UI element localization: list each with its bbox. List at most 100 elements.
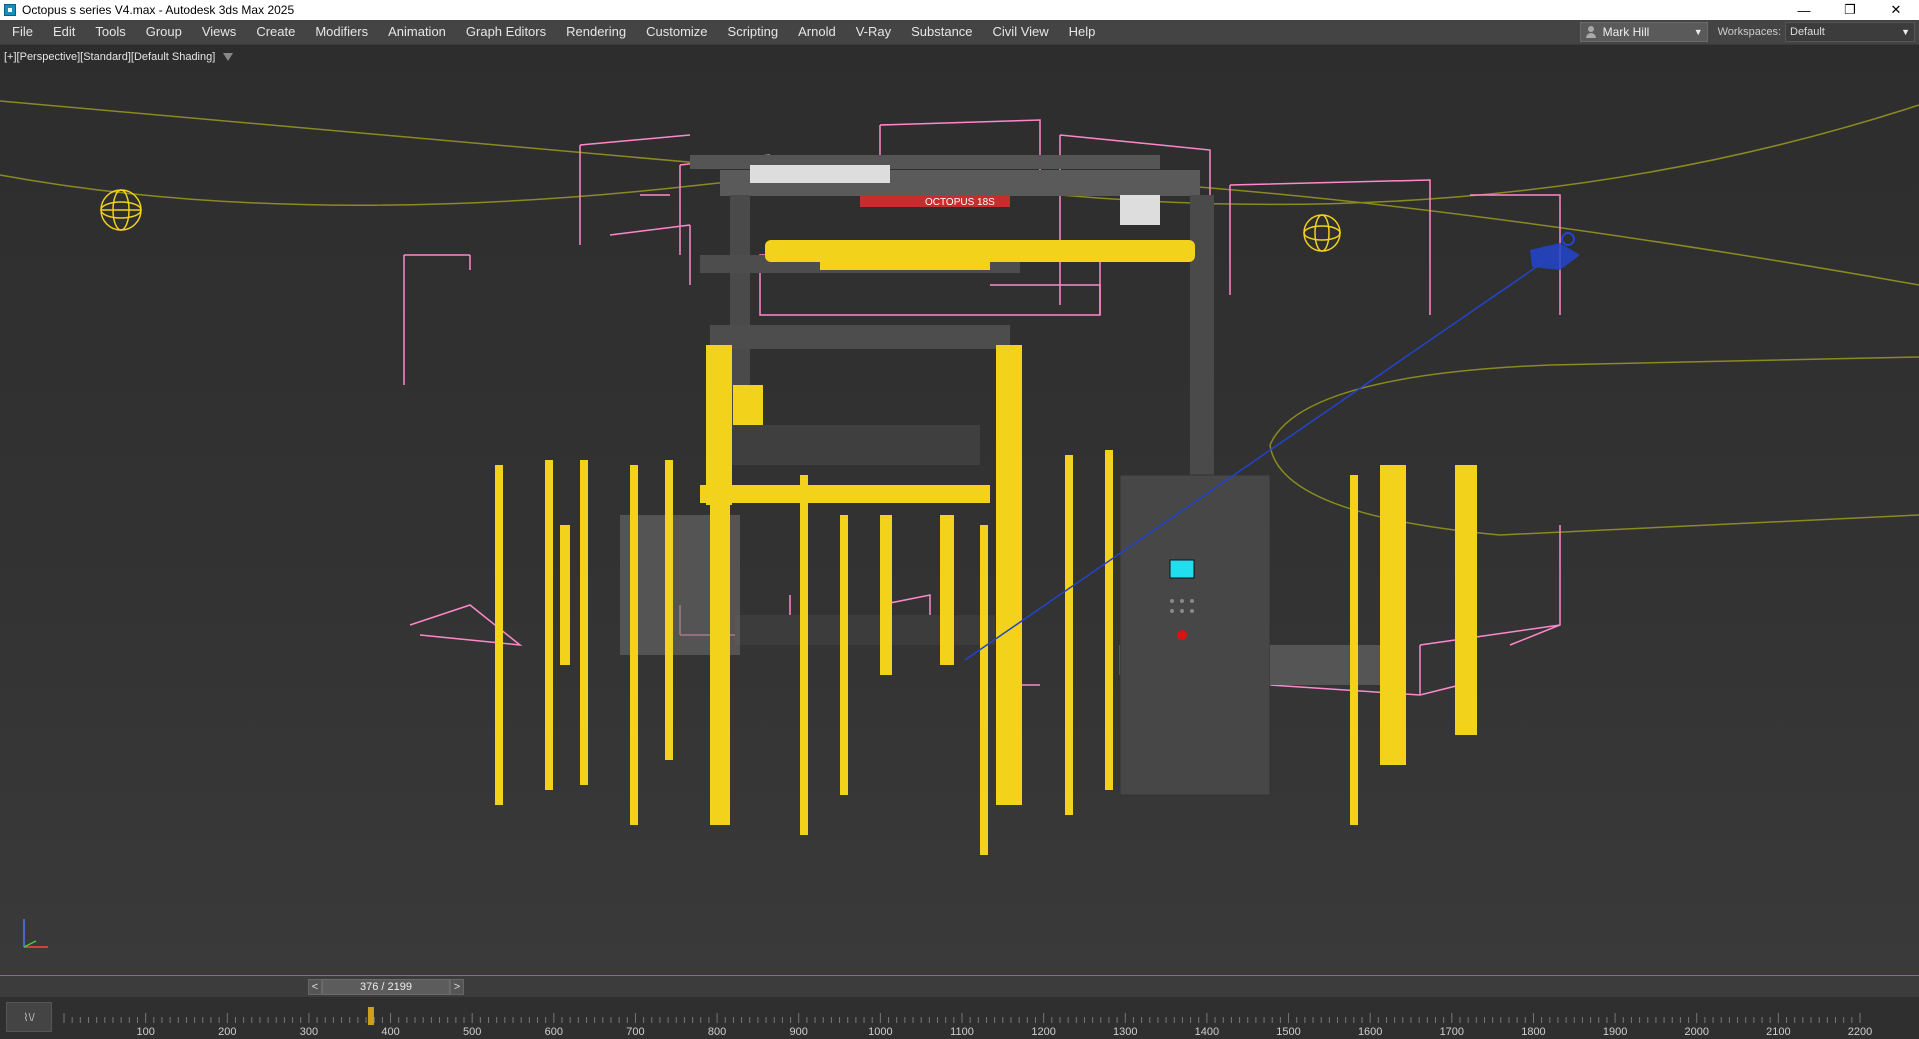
- trackbar-tick-label: 500: [463, 1026, 481, 1037]
- trackbar-tick-label: 1100: [950, 1026, 974, 1037]
- trackbar-tick-label: 1400: [1195, 1026, 1219, 1037]
- carriage-block: [710, 425, 980, 465]
- menu-customize[interactable]: Customize: [636, 20, 717, 44]
- trackbar-tick-label: 1600: [1358, 1026, 1382, 1037]
- conveyor-base: [735, 615, 995, 645]
- trackbar-tick-label: 600: [545, 1026, 563, 1037]
- trackbar-tick-label: 1800: [1521, 1026, 1545, 1037]
- trackbar-tick-label: 200: [218, 1026, 236, 1037]
- right-conveyor: [1270, 645, 1390, 685]
- chevron-down-icon: ▼: [1901, 27, 1910, 37]
- fence-post-6: [800, 475, 808, 835]
- fence-post-3: [580, 460, 588, 785]
- fence-post-4: [630, 465, 638, 825]
- viewport-standard-menu[interactable]: [Standard]: [80, 51, 131, 63]
- viewport-shading-menu[interactable]: [Default Shading]: [131, 51, 215, 63]
- app-icon: [4, 4, 16, 16]
- trackbar-tick-label: 2100: [1766, 1026, 1790, 1037]
- lower-beam: [710, 325, 1010, 349]
- bracket-left: [733, 385, 763, 425]
- close-button[interactable]: ✕: [1873, 0, 1919, 20]
- fence-post-7: [840, 515, 848, 795]
- menu-modifiers[interactable]: Modifiers: [305, 20, 378, 44]
- rotating-ring: [765, 240, 1195, 262]
- menu-edit[interactable]: Edit: [43, 20, 85, 44]
- control-cabinet: [1119, 474, 1271, 796]
- workspaces-dropdown[interactable]: Default ▼: [1785, 22, 1915, 42]
- viewport-label-menu[interactable]: [+] [Perspective] [Standard] [Default Sh…: [4, 51, 234, 63]
- trackbar-tick-label: 800: [708, 1026, 726, 1037]
- menu-animation[interactable]: Animation: [378, 20, 456, 44]
- trackbar-tick-label: 300: [300, 1026, 318, 1037]
- user-account-dropdown[interactable]: Mark Hill ▼: [1579, 22, 1708, 42]
- trackbar-tick-label: 1200: [1031, 1026, 1055, 1037]
- viewport-plus-menu[interactable]: [+]: [4, 51, 17, 63]
- scene-canvas[interactable]: OCTOPUS 18S: [0, 45, 1919, 975]
- fence-post-2: [545, 460, 553, 790]
- open-mini-curve-editor-button[interactable]: ⌇\/: [6, 1002, 52, 1032]
- trackbar-scale[interactable]: 100 200 300 400 500 600 700 800 900 1000 1100 1200 1…: [56, 999, 1916, 1037]
- leg-left-front: [710, 505, 730, 825]
- spline-path-right-lower: [1269, 444, 1919, 536]
- leg-mid-left: [880, 515, 892, 675]
- restore-button[interactable]: ❐: [1827, 0, 1873, 20]
- time-slider-bar: < 376 / 2199 >: [0, 975, 1919, 998]
- hmi-screen: [1169, 559, 1195, 579]
- window-title: Octopus s series V4.max - Autodesk 3ds M…: [22, 3, 295, 17]
- fence-post-11: [1350, 475, 1358, 825]
- menu-views[interactable]: Views: [192, 20, 246, 44]
- yellow-crossbeam: [700, 485, 990, 503]
- trackbar-tick-label: 2200: [1848, 1026, 1872, 1037]
- fence-post-1: [495, 465, 503, 805]
- minimize-button[interactable]: —: [1781, 0, 1827, 20]
- top-white-panel-right: [1120, 195, 1160, 225]
- filter-icon[interactable]: [223, 53, 234, 61]
- chevron-down-icon: ▼: [1693, 27, 1703, 37]
- upright-left: [706, 345, 732, 505]
- perspective-viewport[interactable]: OCTOPUS 18S [+] [Perspective] [Standard]…: [0, 45, 1919, 975]
- trackbar-tick-label: 1900: [1603, 1026, 1627, 1037]
- light-curtain-far-right: [1455, 465, 1477, 735]
- leg-mid: [940, 515, 954, 665]
- bracket-right: [1010, 405, 1022, 465]
- light-curtain-left: [560, 525, 570, 665]
- menu-create[interactable]: Create: [246, 20, 305, 44]
- trackbar-tick-label: 400: [381, 1026, 399, 1037]
- menu-graph-editors[interactable]: Graph Editors: [456, 20, 556, 44]
- fence-post-5: [665, 460, 673, 760]
- menu-substance[interactable]: Substance: [901, 20, 982, 44]
- workspaces-label: Workspaces:: [1717, 26, 1781, 38]
- menu-civil-view[interactable]: Civil View: [983, 20, 1059, 44]
- menu-help[interactable]: Help: [1059, 20, 1106, 44]
- camera-helper: [964, 232, 1580, 661]
- estop-button: [1177, 630, 1187, 640]
- ring-arm: [820, 260, 990, 270]
- menu-file[interactable]: File: [0, 20, 43, 44]
- current-frame-marker: [367, 1007, 374, 1025]
- workspace-value: Default: [1790, 26, 1825, 38]
- trackbar-tick-label: 1500: [1276, 1026, 1300, 1037]
- previous-frame-button[interactable]: <: [308, 979, 322, 995]
- menu-arnold[interactable]: Arnold: [788, 20, 846, 44]
- menu-vray[interactable]: V-Ray: [846, 20, 901, 44]
- menu-rendering[interactable]: Rendering: [556, 20, 636, 44]
- trackbar[interactable]: ⌇\/ 100 200 300 400 500 600 700 800 900 1000 1100 1…: [0, 997, 1919, 1039]
- trackbar-tick-label: 1300: [1113, 1026, 1137, 1037]
- menu-group[interactable]: Group: [136, 20, 192, 44]
- menu-scripting[interactable]: Scripting: [718, 20, 789, 44]
- menu-tools[interactable]: Tools: [85, 20, 135, 44]
- light-curtain-right: [1380, 465, 1406, 765]
- menu-bar: File Edit Tools Group Views Create Modif…: [0, 20, 1919, 45]
- trackbar-tick-label: 100: [136, 1026, 154, 1037]
- user-icon: [1585, 26, 1597, 38]
- top-white-panel: [750, 165, 890, 183]
- machine-label-text: OCTOPUS 18S: [925, 197, 995, 208]
- axis-tripod-icon: [23, 919, 48, 948]
- title-bar: Octopus s series V4.max - Autodesk 3ds M…: [0, 0, 1919, 20]
- viewport-point-of-view-menu[interactable]: [Perspective]: [17, 51, 81, 63]
- trackbar-tick-label: 2000: [1684, 1026, 1708, 1037]
- time-slider-handle[interactable]: 376 / 2199: [322, 979, 450, 995]
- next-frame-button[interactable]: >: [450, 979, 464, 995]
- trackbar-tick-label: 700: [626, 1026, 644, 1037]
- trackbar-tick-label: 1700: [1440, 1026, 1464, 1037]
